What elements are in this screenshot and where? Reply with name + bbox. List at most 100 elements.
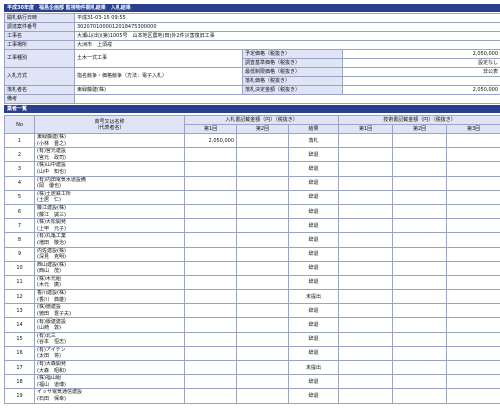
bid-round1-amount: 2,050,000 — [184, 132, 237, 149]
bidder-no: 17 — [4, 359, 35, 376]
survey-round1-amount — [338, 303, 394, 319]
info-value: 大瀬山(出)(第)1005号 山本地区農地(田)外2件災害復旧工事 — [73, 31, 500, 41]
price-value: 2,050,000 — [341, 49, 500, 59]
survey-round2-amount — [392, 303, 448, 319]
page-title: 平成30年度 福島企画部 監視物件開札結果 入札結果 — [7, 5, 131, 11]
bidder-row: 5 (株)土居鉄工所 (土居 仁) 辞退 — [4, 189, 500, 205]
info-value — [73, 94, 500, 104]
bid-result: 辞退 — [287, 147, 340, 163]
price-label: 調査基準価格（税抜き） — [242, 58, 343, 68]
bidder-row: 18 (株)福山組 (福山 道博) 辞退 — [4, 374, 500, 390]
survey-round2-amount — [392, 260, 448, 276]
bidder-no: 4 — [4, 175, 35, 191]
bid-result: 辞退 — [287, 274, 340, 291]
info-value: 平成31-03-15 09:55 — [73, 13, 500, 23]
bidder-name-cell: 東緑藤建(株) (小林 晋之) — [34, 132, 185, 149]
bidder-no: 16 — [4, 345, 35, 362]
survey-round3-amount — [446, 175, 500, 191]
price-label: 予定価格（税抜き） — [242, 49, 343, 59]
survey-round3-amount — [446, 147, 500, 163]
bid-round1-amount — [184, 317, 237, 333]
survey-round3-amount — [446, 289, 500, 305]
survey-round1-amount — [338, 203, 394, 220]
survey-round1-amount — [338, 388, 394, 404]
bid-round2-amount — [236, 345, 289, 362]
bid-round2-amount — [236, 132, 289, 149]
bidder-no: 2 — [4, 147, 35, 163]
survey-round2-amount — [392, 175, 448, 191]
survey-round1-amount — [338, 189, 394, 205]
survey-round2-amount — [392, 274, 448, 291]
info-label: 工事種別 — [4, 49, 75, 68]
bidder-row: 15 (有)北三 (谷本 恒志) 辞退 — [4, 331, 500, 347]
survey-round1-amount — [338, 289, 394, 305]
bid-result: 辞退 — [287, 388, 340, 404]
bidder-row: 2 (有)宮元建設 (宮元 政司) 辞退 — [4, 147, 500, 163]
bidders-section-title: 業者一覧 — [7, 106, 28, 112]
info-label: 調達案件番号 — [4, 22, 75, 32]
info-row: 備考 — [4, 94, 500, 104]
bidder-no: 14 — [4, 317, 35, 333]
bidder-representative: (山中 知也) — [37, 168, 66, 175]
price-label: 最低制限価格（税抜き） — [242, 67, 343, 77]
bid-round2-amount — [236, 289, 289, 305]
bidder-name-cell: 西山建設(株) (西山 茂) — [34, 260, 185, 276]
bidder-row: 19 イッサ電気通信建設 (石田 保幸) 辞退 — [4, 388, 500, 404]
survey-round1-amount — [338, 132, 394, 149]
bid-round2-amount — [236, 246, 289, 262]
bidder-row: 1 東緑藤建(株) (小林 晋之) 2,050,000 落札 — [4, 132, 500, 149]
bidder-no: 11 — [4, 274, 35, 291]
bidder-name-cell: 藤江建設(株) (藤江 誠三) — [34, 203, 185, 220]
bidder-name-cell: (有)内田電気水道設備 (岡 優也) — [34, 175, 185, 191]
bid-result: 辞退 — [287, 161, 340, 177]
info-row: 工事場所 大洲市 上須戒 — [4, 40, 500, 50]
col-round1-header: 第1回 — [184, 124, 237, 134]
info-value: 指名競争・価格競争（方法：電子入札） — [74, 67, 243, 86]
survey-round3-amount — [446, 161, 500, 177]
survey-round3-amount — [446, 203, 500, 220]
info-row: 工事名 大瀬山(出)(第)1005号 山本地区農地(田)外2件災害復旧工事 — [4, 31, 500, 41]
survey-round2-amount — [392, 359, 448, 376]
price-label: 落札価格（税抜き） — [242, 76, 343, 86]
survey-round1-amount — [338, 274, 394, 291]
price-value: 2,050,000 — [341, 85, 500, 95]
survey-round3-amount — [446, 374, 500, 390]
survey-round3-amount — [446, 232, 500, 248]
price-value — [341, 76, 500, 86]
bidder-name-cell: 香川建設(株) (香川 典雄) — [34, 289, 185, 305]
bidder-name-cell: (有)宮元建設 (宮元 政司) — [34, 147, 185, 163]
bid-result: 辞退 — [287, 203, 340, 220]
bidder-representative: (土居 仁) — [37, 197, 61, 204]
bidder-row: 10 西山建設(株) (西山 茂) 辞退 — [4, 260, 500, 276]
survey-round1-amount — [338, 232, 394, 248]
survey-round2-amount — [392, 189, 448, 205]
bidder-row: 16 (有)アイテン (太田 将) 辞退 — [4, 345, 500, 362]
survey-round2-amount — [392, 345, 448, 362]
info-row: 入札方式 指名競争・価格競争（方法：電子入札） 最低制限価格（税抜き） 非公表 — [4, 67, 500, 86]
survey-round1-amount — [338, 317, 394, 333]
bid-round1-amount — [184, 303, 237, 319]
bidder-row: 11 (株)木元組 (木元 廣) 辞退 — [4, 274, 500, 291]
survey-round2-amount — [392, 132, 448, 149]
survey-round1-amount — [338, 374, 394, 390]
bidder-no: 13 — [4, 303, 35, 319]
bidder-no: 5 — [4, 189, 35, 205]
bidder-representative: (山崎 敦) — [37, 325, 61, 332]
bidder-name-cell: (株)大松開発 (上甲 元子) — [34, 218, 185, 234]
bid-round1-amount — [184, 161, 237, 177]
info-row: 開札執行日時 平成31-03-15 09:55 — [4, 13, 500, 23]
bidder-row: 3 (株)山中建設 (山中 知也) 辞退 — [4, 161, 500, 177]
bid-amount-group-header: 入札書記載金額（円）（税抜き） — [183, 115, 340, 125]
survey-round2-amount — [392, 203, 448, 220]
bid-round1-amount — [184, 246, 237, 262]
info-row: 調達案件番号 3020701000012018475300000 — [4, 22, 500, 32]
bid-round2-amount — [236, 232, 289, 248]
survey-round1-amount — [338, 345, 394, 362]
bid-round1-amount — [184, 147, 237, 163]
col-survey1-header: 第1回 — [338, 124, 394, 134]
bidder-row: 13 (株)徳建設 (徳田 豊子夫) 辞退 — [4, 303, 500, 319]
survey-round1-amount — [338, 175, 394, 191]
bid-round1-amount — [184, 359, 237, 376]
survey-round2-amount — [392, 161, 448, 177]
survey-round2-amount — [392, 246, 448, 262]
